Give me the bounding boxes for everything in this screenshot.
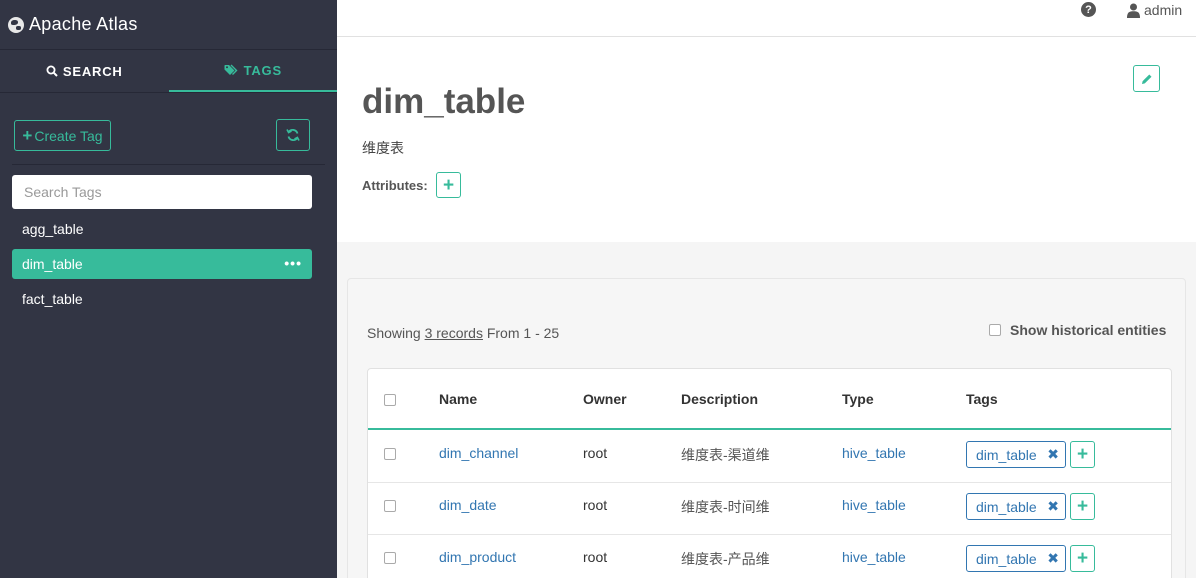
refresh-button[interactable] [276,119,310,151]
user-menu[interactable]: admin [1127,2,1182,18]
description-cell: 维度表-时间维 [681,499,770,515]
type-link[interactable]: hive_table [842,445,906,461]
add-tag-button[interactable]: + [1070,493,1095,520]
column-header-name[interactable]: Name [439,391,477,407]
tag-item-fact-table[interactable]: fact_table [12,284,312,314]
add-tag-button[interactable]: + [1070,545,1095,572]
table-row: dim_channel root 维度表-渠道维 hive_table dim_… [368,431,1171,483]
description-cell: 维度表-渠道维 [681,447,770,463]
refresh-icon [286,128,300,142]
add-tag-button[interactable]: + [1070,441,1095,468]
tab-tags-label: TAGS [243,62,282,78]
tags-icon [224,64,239,76]
tag-pill-label: dim_table [976,550,1037,567]
table-row: dim_product root 维度表-产品维 hive_table dim_… [368,535,1171,578]
column-header-owner[interactable]: Owner [583,391,627,407]
row-checkbox[interactable] [384,552,396,564]
tag-pill[interactable]: dim_table ✖ [966,493,1066,520]
entities-table: Name Owner Description Type Tags dim_cha… [367,368,1172,578]
create-tag-label: Create Tag [34,127,103,144]
records-link[interactable]: 3 records [425,325,483,341]
top-bar: ? admin [337,0,1196,37]
sidebar-toolbar: + Create Tag [12,93,325,165]
edit-button[interactable] [1133,65,1160,92]
show-historical-checkbox[interactable] [989,324,1001,336]
type-link[interactable]: hive_table [842,549,906,565]
column-header-tags: Tags [966,391,998,407]
results-card: Showing 3 records From 1 - 25 Show histo… [347,278,1186,578]
show-historical-label: Show historical entities [1010,322,1167,338]
description-cell: 维度表-产品维 [681,551,770,567]
search-icon [46,65,58,77]
range-text: From 1 - 25 [486,325,560,341]
globe-icon [8,16,24,33]
column-header-type[interactable]: Type [842,391,874,407]
tab-tags[interactable]: TAGS [168,50,337,92]
search-tags-input[interactable] [12,175,312,209]
tag-item-label: agg_table [22,221,84,237]
record-count: Showing 3 records From 1 - 25 [367,325,559,341]
attributes-label: Attributes: [362,178,428,193]
tag-item-agg-table[interactable]: agg_table [12,214,312,244]
row-checkbox[interactable] [384,500,396,512]
type-link[interactable]: hive_table [842,497,906,513]
create-tag-button[interactable]: + Create Tag [14,120,111,151]
show-historical-toggle[interactable]: Show historical entities [989,322,1166,338]
user-name: admin [1144,2,1183,18]
tag-item-label: dim_table [22,256,83,272]
pencil-icon [1141,73,1153,85]
question-circle-icon[interactable]: ? [1081,2,1096,17]
add-attribute-button[interactable]: + [436,172,461,198]
tag-item-label: fact_table [22,291,83,307]
tag-description: 维度表 [362,140,404,156]
table-header: Name Owner Description Type Tags [368,369,1171,430]
remove-tag-icon[interactable]: ✖ [1047,446,1059,463]
tag-pill[interactable]: dim_table ✖ [966,545,1066,572]
showing-prefix: Showing [367,325,421,341]
column-header-description[interactable]: Description [681,391,758,407]
owner-cell: root [583,549,608,565]
page-title: dim_table [362,82,526,121]
row-checkbox[interactable] [384,448,396,460]
user-icon [1127,3,1140,18]
tag-pill[interactable]: dim_table ✖ [966,441,1066,468]
entity-name-link[interactable]: dim_product [439,549,516,565]
results-area: Showing 3 records From 1 - 25 Show histo… [337,242,1196,578]
remove-tag-icon[interactable]: ✖ [1047,550,1059,567]
tag-pill-label: dim_table [976,498,1037,515]
sidebar-tabs: SEARCH TAGS [0,50,337,93]
entity-name-link[interactable]: dim_date [439,497,497,513]
remove-tag-icon[interactable]: ✖ [1047,498,1059,515]
tag-detail-header: dim_table 维度表 Attributes: + [337,38,1196,242]
tab-search[interactable]: SEARCH [0,50,169,92]
brand[interactable]: Apache Atlas [0,0,337,50]
more-options-icon[interactable]: ••• [284,256,302,270]
sidebar: Apache Atlas SEARCH TAGS + Create Tag Se… [0,0,337,578]
brand-name: Apache Atlas [29,14,138,34]
owner-cell: root [583,445,608,461]
tag-list: agg_table dim_table ••• fact_table [12,214,312,319]
plus-icon: + [22,125,33,145]
select-all-checkbox[interactable] [384,394,396,406]
table-row: dim_date root 维度表-时间维 hive_table dim_tab… [368,483,1171,535]
tag-item-dim-table[interactable]: dim_table ••• [12,249,312,279]
tab-search-label: SEARCH [62,63,123,79]
entity-name-link[interactable]: dim_channel [439,445,518,461]
owner-cell: root [583,497,608,513]
tag-pill-label: dim_table [976,446,1037,463]
